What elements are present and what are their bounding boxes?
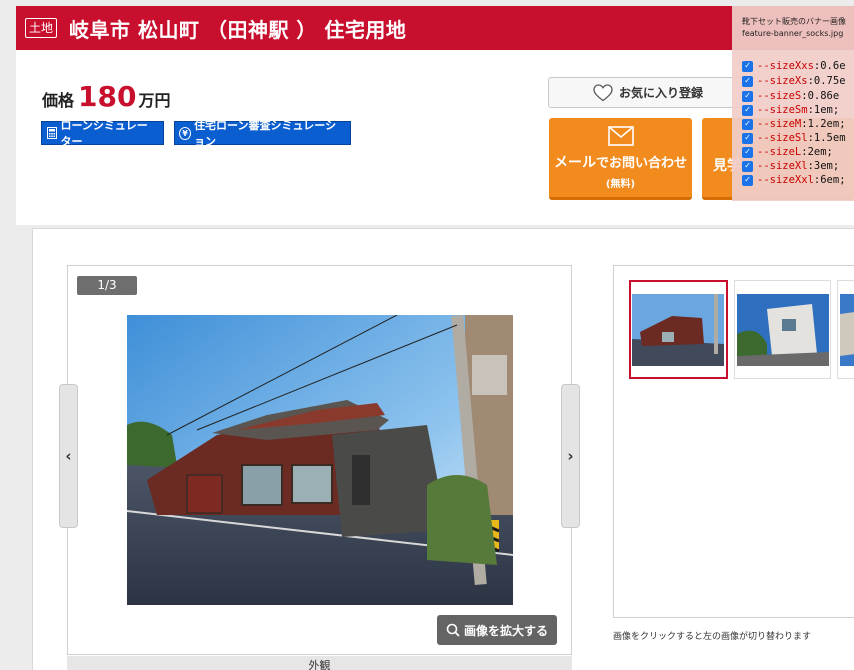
- mail-label: メール: [553, 155, 596, 171]
- thumbnail-2[interactable]: [734, 280, 831, 379]
- devtools-css-variable-row[interactable]: ✓ --sizeL: 2em;: [742, 145, 833, 159]
- prev-image-button[interactable]: ‹: [59, 384, 78, 528]
- thumbnail-note: 画像をクリックすると左の画像が切り替わります: [613, 632, 812, 642]
- css-variable-key: --sizeS: [757, 90, 802, 102]
- price-unit: 万円: [138, 91, 171, 110]
- thumbnail-1[interactable]: [629, 280, 728, 379]
- checkbox-icon[interactable]: ✓: [742, 174, 753, 186]
- devtools-css-variable-row[interactable]: ✓ --sizeSl: 1.5em: [742, 131, 846, 145]
- css-variable-key: --sizeXl: [757, 160, 808, 172]
- chevron-left-icon: ‹: [65, 447, 72, 465]
- checkbox-icon[interactable]: ✓: [742, 75, 753, 87]
- devtools-header-line1: 靴下セット販売のバナー画像: [742, 17, 846, 26]
- checkbox-icon[interactable]: ✓: [742, 118, 753, 130]
- loan-simulator-label: ローンシミュレーター: [60, 119, 148, 148]
- thumbnail-3-photo: [840, 294, 854, 366]
- checkbox-icon[interactable]: ✓: [742, 132, 753, 144]
- css-variable-value: 2em;: [807, 146, 833, 158]
- thumbnail-2-photo: [737, 294, 829, 366]
- devtools-css-variable-row[interactable]: ✓ --sizeS: 0.86e: [742, 89, 839, 103]
- chevron-right-icon: ›: [567, 447, 574, 465]
- title-bar: 土地 岐阜市 松山町 （田神駅 ） 住宅用地: [16, 6, 854, 50]
- css-variable-value: 0.6e: [820, 60, 846, 72]
- mail-inquiry-text: メールでお問い合わせ: [549, 152, 692, 172]
- main-photo[interactable]: [127, 315, 513, 605]
- zoom-label: 画像を拡大する: [463, 623, 548, 638]
- css-variable-value: 1em;: [813, 104, 840, 116]
- checkbox-icon[interactable]: ✓: [742, 160, 753, 172]
- category-badge: 土地: [25, 18, 58, 38]
- css-variable-key: --sizeL: [757, 146, 802, 158]
- css-variable-value: 3em;: [813, 160, 840, 172]
- heart-icon: [593, 83, 613, 101]
- page: 土地 岐阜市 松山町 （田神駅 ） 住宅用地 価格 180 万円 ローンシミュレ…: [0, 0, 854, 670]
- thumbnail-3[interactable]: [837, 280, 854, 379]
- checkbox-icon[interactable]: ✓: [742, 146, 753, 158]
- css-variable-value: 0.86e: [807, 90, 840, 102]
- thumbnail-1-photo: [632, 294, 724, 366]
- devtools-css-variable-row[interactable]: ✓ --sizeXl: 3em;: [742, 159, 839, 173]
- zoom-image-button[interactable]: 画像を拡大する: [437, 615, 557, 645]
- price-value: 180: [78, 80, 137, 113]
- checkbox-icon[interactable]: ✓: [742, 90, 753, 102]
- image-counter: 1/3: [77, 276, 137, 295]
- devtools-css-variable-row[interactable]: ✓ --sizeSm: 1em;: [742, 103, 839, 117]
- devtools-css-variable-row[interactable]: ✓ --sizeXxl: 6em;: [742, 173, 846, 187]
- mail-free-label: (無料): [605, 179, 636, 190]
- price: 価格 180 万円: [42, 80, 170, 113]
- devtools-css-variable-row[interactable]: ✓ --sizeXs: 0.75e: [742, 74, 846, 88]
- price-label: 価格: [42, 91, 75, 110]
- devtools-header: 靴下セット販売のバナー画像 feature-banner_socks.jpg: [742, 16, 846, 40]
- yen-icon: ¥: [179, 126, 192, 140]
- checkbox-icon[interactable]: ✓: [742, 60, 753, 72]
- checkbox-icon[interactable]: ✓: [742, 104, 753, 116]
- devtools-css-variable-row[interactable]: ✓ --sizeM: 1.2em;: [742, 117, 846, 131]
- css-variable-key: --sizeSm: [757, 104, 808, 116]
- css-variable-value: 6em;: [820, 174, 846, 186]
- css-variable-value: 1.5em: [813, 132, 846, 144]
- css-variable-key: --sizeXxl: [757, 174, 814, 186]
- image-caption: 外観: [67, 656, 572, 670]
- css-variable-key: --sizeM: [757, 118, 802, 130]
- magnifier-icon: [446, 623, 460, 637]
- devtools-header-line2: feature-banner_socks.jpg: [742, 29, 844, 38]
- mail-rest-label: でお問い合わせ: [595, 156, 687, 171]
- page-title: 岐阜市 松山町 （田神駅 ） 住宅用地: [69, 17, 407, 42]
- css-variable-value: 0.75e: [813, 75, 846, 87]
- envelope-icon: [607, 126, 634, 146]
- css-variable-key: --sizeXs: [757, 75, 808, 87]
- css-variable-key: --sizeSl: [757, 132, 808, 144]
- favorite-button[interactable]: お気に入り登録: [548, 77, 748, 108]
- favorite-label: お気に入り登録: [618, 86, 703, 100]
- next-image-button[interactable]: ›: [561, 384, 580, 528]
- loan-simulator-button[interactable]: ローンシミュレーター: [41, 119, 164, 148]
- devtools-css-variable-row[interactable]: ✓ --sizeXxs: 0.6e: [742, 59, 846, 73]
- loan-review-simulation-button[interactable]: ¥ 住宅ローン審査シミュレーション: [174, 119, 351, 148]
- css-variable-key: --sizeXxs: [757, 60, 814, 72]
- summary-panel: 価格 180 万円 ローンシミュレーター ¥ 住宅ローン審査シミュレーション お…: [16, 50, 854, 225]
- loan-review-label: 住宅ローン審査シミュレーション: [194, 119, 337, 148]
- css-variable-value: 1.2em;: [807, 118, 846, 130]
- calculator-icon: [46, 127, 57, 140]
- devtools-overlay: 靴下セット販売のバナー画像 feature-banner_socks.jpg ✓…: [732, 6, 854, 201]
- mail-inquiry-button[interactable]: メールでお問い合わせ (無料): [549, 118, 692, 200]
